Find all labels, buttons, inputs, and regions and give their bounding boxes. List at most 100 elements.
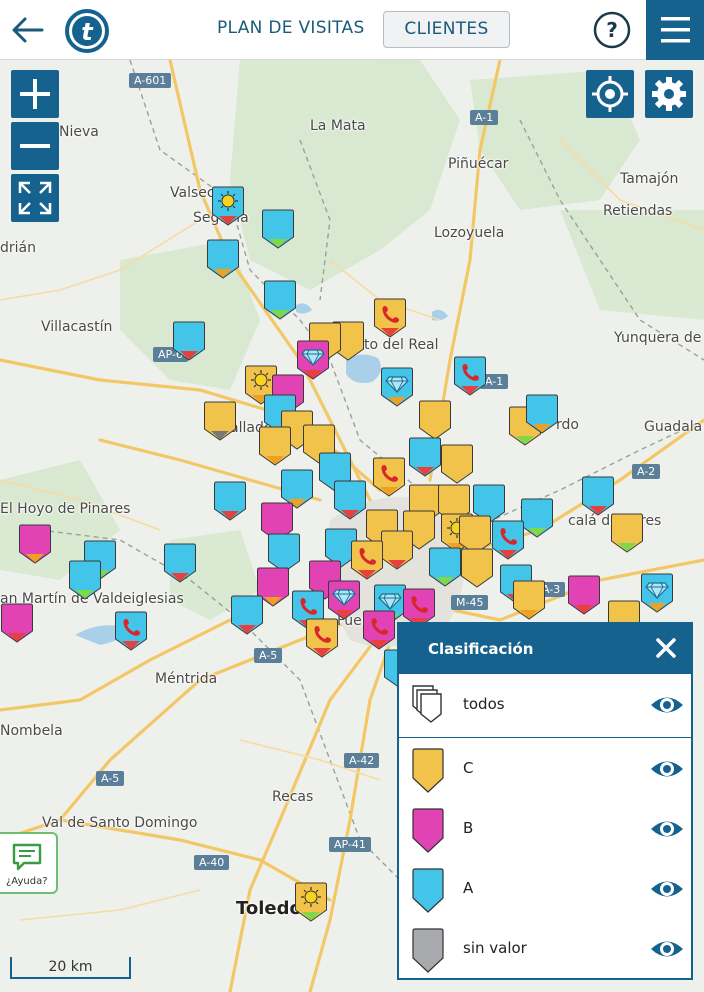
road-shield: A-2 [632, 464, 661, 479]
marker-swatch-icon [412, 868, 444, 913]
panel-header: Clasificación [399, 624, 691, 674]
legend-label: B [463, 819, 474, 837]
place-label: El Hoyo de Pinares [0, 501, 131, 517]
place-label: Retiendas [603, 203, 673, 219]
client-marker[interactable] [581, 476, 615, 516]
road-shield: A-601 [129, 73, 172, 88]
legend-row-all[interactable]: todos [399, 674, 691, 738]
client-marker[interactable] [211, 186, 245, 226]
place-label: rdo [556, 417, 579, 433]
client-marker[interactable] [263, 280, 297, 320]
zoom-in-button[interactable] [11, 70, 59, 118]
client-marker[interactable] [333, 480, 367, 520]
client-marker[interactable] [163, 543, 197, 583]
client-marker[interactable] [520, 498, 554, 538]
place-label: Lozoyuela [434, 225, 505, 241]
marker-swatch-icon [412, 928, 444, 973]
client-marker[interactable] [18, 524, 52, 564]
place-label: Nombela [0, 723, 63, 739]
legend-row-a[interactable]: A [399, 858, 691, 918]
legend-row-c[interactable]: C [399, 738, 691, 798]
road-shield: A-40 [194, 855, 230, 870]
place-label: drián [0, 240, 36, 256]
client-marker[interactable] [418, 400, 452, 440]
client-marker[interactable] [213, 481, 247, 521]
client-marker[interactable] [0, 603, 34, 643]
place-label: Val de Santo Domingo [42, 815, 198, 831]
place-label: Toledo [236, 898, 302, 919]
road-shield: A-1 [470, 110, 499, 125]
help-chat-button[interactable]: ¿Ayuda? [0, 832, 58, 894]
close-icon[interactable] [655, 637, 677, 659]
clientes-tab[interactable]: CLIENTES [383, 11, 510, 48]
client-marker[interactable] [203, 401, 237, 441]
legend-label: todos [463, 695, 505, 713]
client-marker[interactable] [380, 367, 414, 407]
place-label: to del Real [364, 337, 439, 353]
client-marker[interactable] [261, 209, 295, 249]
app-logo: t [64, 8, 110, 54]
marker-swatch-icon [412, 808, 444, 853]
fullscreen-button[interactable] [11, 174, 59, 222]
legend-label: A [463, 879, 474, 897]
place-label: Recas [272, 789, 314, 805]
plan-de-visitas-tab[interactable]: PLAN DE VISITAS [217, 18, 365, 38]
help-icon[interactable]: ? [593, 11, 631, 49]
back-arrow-icon[interactable] [10, 12, 46, 48]
client-marker[interactable] [68, 560, 102, 600]
hamburger-menu-button[interactable] [646, 0, 704, 60]
client-marker[interactable] [512, 580, 546, 620]
legend-label: C [463, 759, 474, 777]
eye-icon[interactable] [649, 876, 685, 902]
top-bar: t PLAN DE VISITAS CLIENTES ? [0, 0, 704, 60]
legend-row-sin-valor[interactable]: sin valor [399, 918, 691, 978]
plus-icon [20, 79, 50, 109]
settings-button[interactable] [645, 70, 693, 118]
client-marker[interactable] [230, 595, 264, 635]
zoom-out-button[interactable] [11, 122, 59, 170]
client-marker[interactable] [428, 547, 462, 587]
road-shield: AP-41 [329, 837, 371, 852]
client-marker[interactable] [491, 520, 525, 560]
eye-icon[interactable] [649, 756, 685, 782]
client-marker[interactable] [114, 611, 148, 651]
eye-icon[interactable] [649, 692, 685, 718]
client-marker[interactable] [525, 394, 559, 434]
place-label: Nieva [59, 124, 99, 140]
expand-icon [18, 181, 52, 215]
client-marker[interactable] [362, 610, 396, 650]
client-marker[interactable] [640, 573, 674, 613]
client-marker[interactable] [567, 575, 601, 615]
classification-panel: Clasificación todos C B Asin valor [397, 622, 693, 980]
client-marker[interactable] [373, 298, 407, 338]
client-marker[interactable] [380, 530, 414, 570]
marker-swatch-icon [412, 748, 444, 793]
eye-icon[interactable] [649, 936, 685, 962]
svg-text:?: ? [606, 18, 618, 42]
gear-icon [652, 77, 686, 111]
client-marker[interactable] [172, 321, 206, 361]
client-marker[interactable] [408, 437, 442, 477]
client-marker[interactable] [305, 618, 339, 658]
client-marker[interactable] [294, 882, 328, 922]
svg-text:t: t [81, 18, 94, 46]
eye-icon[interactable] [649, 816, 685, 842]
client-marker[interactable] [372, 457, 406, 497]
map-scale: 20 km [10, 957, 131, 979]
client-marker[interactable] [350, 540, 384, 580]
legend-row-b[interactable]: B [399, 798, 691, 858]
client-marker[interactable] [610, 513, 644, 553]
road-shield: A-42 [344, 753, 380, 768]
client-marker[interactable] [460, 548, 494, 588]
client-marker[interactable] [453, 356, 487, 396]
menu-icon [661, 17, 690, 43]
place-label: Guadala [644, 419, 703, 435]
road-shield: A-5 [254, 648, 283, 663]
road-shield: M-45 [451, 595, 489, 610]
help-label: ¿Ayuda? [6, 876, 48, 887]
client-marker[interactable] [327, 580, 361, 620]
client-marker[interactable] [258, 426, 292, 466]
locate-button[interactable] [586, 70, 634, 118]
client-marker[interactable] [440, 444, 474, 484]
client-marker[interactable] [206, 239, 240, 279]
